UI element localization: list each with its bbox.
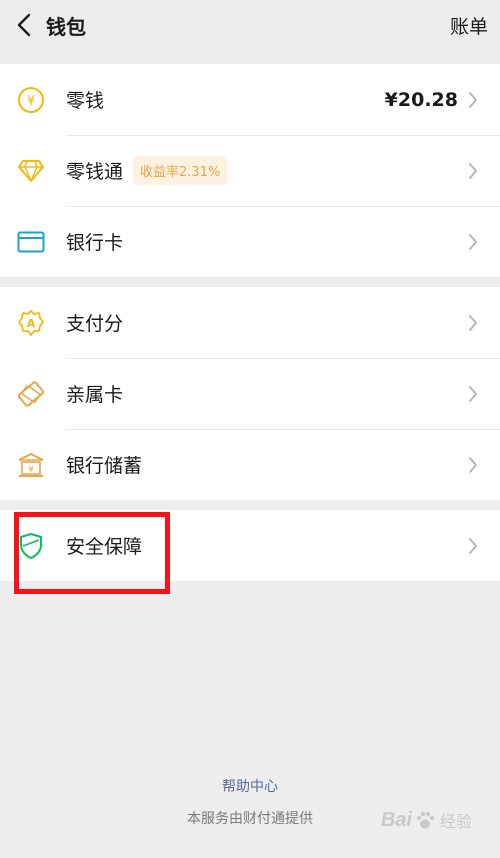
svg-text:¥: ¥ — [28, 465, 34, 475]
nav-left: 钱包 — [10, 5, 86, 45]
pay-score-icon: A — [16, 308, 46, 338]
chevron-right-icon — [466, 90, 480, 110]
paw-icon — [416, 811, 435, 829]
back-button[interactable] — [10, 5, 38, 45]
watermark-brand: Bai — [380, 808, 412, 831]
yield-rate-badge: 收益率2.31% — [133, 156, 228, 185]
chevron-right-icon — [466, 313, 480, 333]
help-center-link[interactable]: 帮助中心 — [0, 776, 500, 796]
chevron-right-icon — [466, 455, 480, 475]
row-family-card[interactable]: 亲属卡 — [0, 358, 500, 429]
row-label: 零钱通 — [66, 161, 124, 183]
page-title: 钱包 — [46, 14, 86, 39]
wallet-group-1: ¥ 零钱 ¥20.28 零钱通 收益率2.31% 银行卡 — [0, 64, 500, 277]
row-label: 银行储蓄 — [66, 455, 143, 477]
svg-text:¥: ¥ — [27, 94, 35, 109]
chevron-right-icon — [466, 384, 480, 404]
row-bank-savings[interactable]: ¥ 银行储蓄 — [0, 429, 500, 500]
baidu-jingyan-watermark: Bai 经验 — [381, 808, 472, 832]
bank-card-icon — [16, 227, 46, 257]
row-change[interactable]: ¥ 零钱 ¥20.28 — [0, 64, 500, 135]
chevron-right-icon — [466, 536, 480, 556]
bill-button[interactable]: 账单 — [450, 12, 488, 39]
row-lingqiantong[interactable]: 零钱通 收益率2.31% — [0, 135, 500, 206]
watermark-suffix: 经验 — [439, 814, 472, 831]
row-label: 亲属卡 — [66, 384, 124, 406]
row-label: 银行卡 — [66, 232, 124, 254]
bank-savings-icon: ¥ — [16, 450, 46, 480]
balance-value: ¥20.28 — [384, 88, 458, 111]
family-card-icon — [16, 379, 46, 409]
yuan-coin-icon: ¥ — [16, 85, 46, 115]
wallet-group-2: A 支付分 亲属卡 ¥ 银行储蓄 — [0, 287, 500, 500]
chevron-right-icon — [466, 161, 480, 181]
row-bank-card[interactable]: 银行卡 — [0, 206, 500, 277]
chevron-left-icon — [17, 13, 31, 37]
diamond-icon — [16, 156, 46, 186]
chevron-right-icon — [466, 232, 480, 252]
svg-text:A: A — [27, 317, 36, 330]
row-label: 零钱 — [66, 90, 105, 112]
nav-bar: 钱包 账单 — [0, 0, 500, 50]
row-label: 支付分 — [66, 313, 124, 335]
row-pay-score[interactable]: A 支付分 — [0, 287, 500, 358]
highlight-annotation-box — [14, 512, 170, 594]
